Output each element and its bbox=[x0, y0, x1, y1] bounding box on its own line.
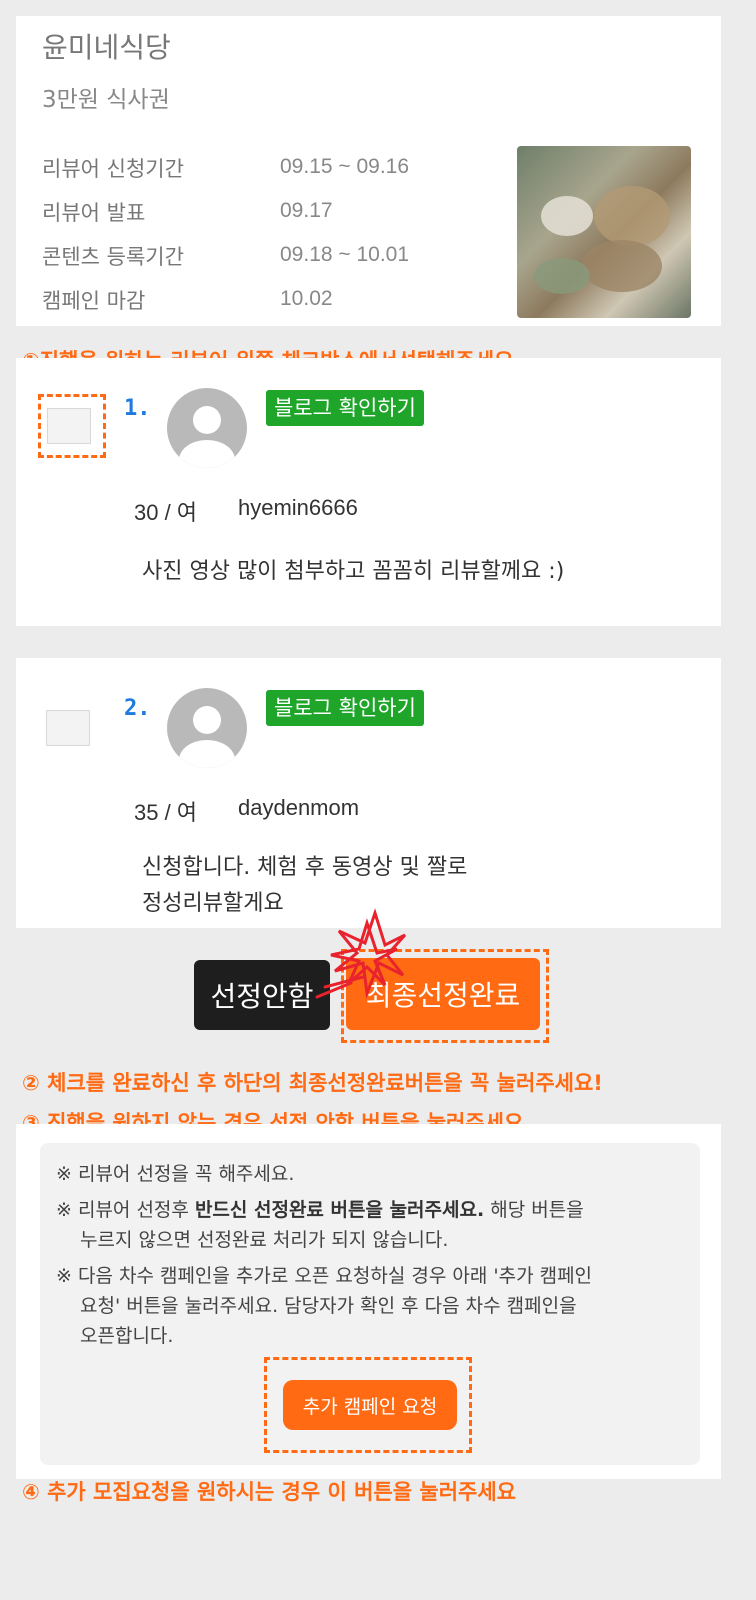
reviewer-rank: 1. bbox=[124, 396, 151, 421]
note-mark: ※ bbox=[56, 1199, 72, 1221]
schedule-value: 09.15 ~ 09.16 bbox=[280, 155, 410, 178]
user-id: hyemin6666 bbox=[238, 495, 358, 520]
extra-campaign-request-button[interactable]: 추가 캠페인 요청 bbox=[283, 1380, 457, 1430]
scribble-mark bbox=[315, 908, 407, 999]
note-text: 해당 버튼을 bbox=[484, 1199, 584, 1221]
user-id: daydenmom bbox=[238, 795, 360, 820]
avatar bbox=[167, 388, 247, 468]
age-gender: 30 / 여 bbox=[134, 500, 198, 525]
schedule-value: 09.18 ~ 10.01 bbox=[280, 243, 410, 266]
notice-line: 요청' 버튼을 눌러주세요. 담당자가 확인 후 다음 차수 캠페인을 bbox=[80, 1295, 577, 1317]
campaign-info-card: 윤미네식당 3만원 식사권 리뷰어 신청기간 09.15 ~ 09.16 리뷰어… bbox=[16, 16, 721, 326]
review-comment: 사진 영상 많이 첨부하고 꼼꼼히 리뷰할께요 :) bbox=[142, 559, 565, 584]
schedule-label: 콘텐츠 등록기간 bbox=[42, 245, 184, 269]
blog-check-button[interactable]: 블로그 확인하기 bbox=[266, 390, 424, 426]
note-mark: ※ bbox=[56, 1265, 72, 1287]
reviewer-card: 2. 블로그 확인하기 35 / 여 daydenmom 신청합니다. 체험 후… bbox=[16, 658, 721, 928]
schedule-label: 리뷰어 신청기간 bbox=[42, 157, 184, 181]
age-gender: 35 / 여 bbox=[134, 800, 198, 825]
food-photo bbox=[517, 146, 691, 318]
shop-name: 윤미네식당 bbox=[42, 31, 171, 64]
note-emphasis: 반드신 선정완료 버튼을 눌러주세요. bbox=[194, 1199, 485, 1221]
annotation-step2: ② 체크를 완료하신 후 하단의 최종선정완료버튼을 꼭 눌러주세요! bbox=[22, 1071, 603, 1095]
notice-line: ※ 다음 차수 캠페인을 추가로 오픈 요청하실 경우 아래 '추가 캠페인 bbox=[56, 1261, 592, 1291]
note-text: 다음 차수 캠페인을 추가로 오픈 요청하실 경우 아래 '추가 캠페인 bbox=[77, 1265, 593, 1287]
reviewer-rank: 2. bbox=[124, 696, 151, 721]
notice-line: ※ 리뷰어 선정을 꼭 해주세요. bbox=[56, 1159, 294, 1189]
schedule-value: 09.17 bbox=[280, 199, 333, 222]
annotation-step4: ④ 추가 모집요청을 원하시는 경우 이 버튼을 눌러주세요 bbox=[22, 1480, 516, 1504]
notice-line: 오픈합니다. bbox=[80, 1325, 174, 1347]
note-text: 리뷰어 선정후 bbox=[77, 1199, 195, 1221]
reviewer-checkbox[interactable] bbox=[46, 710, 90, 746]
blog-check-button[interactable]: 블로그 확인하기 bbox=[266, 690, 424, 726]
reviewer-card: 1. 블로그 확인하기 30 / 여 hyemin6666 사진 영상 많이 첨… bbox=[16, 358, 721, 626]
voucher-title: 3만원 식사권 bbox=[42, 87, 170, 113]
review-comment: 신청합니다. 체험 후 동영상 및 짤로 bbox=[142, 855, 468, 880]
note-text: 리뷰어 선정을 꼭 해주세요. bbox=[77, 1163, 295, 1185]
note-mark: ※ bbox=[56, 1163, 72, 1185]
schedule-value: 10.02 bbox=[280, 287, 333, 310]
schedule-label: 리뷰어 발표 bbox=[42, 201, 146, 225]
reviewer-checkbox[interactable] bbox=[47, 408, 91, 444]
notice-line: 누르지 않으면 선정완료 처리가 되지 않습니다. bbox=[80, 1229, 449, 1251]
avatar bbox=[167, 688, 247, 768]
notice-line: ※ 리뷰어 선정후 반드신 선정완료 버튼을 눌러주세요. 해당 버튼을 bbox=[56, 1195, 584, 1225]
review-comment: 정성리뷰할게요 bbox=[142, 891, 284, 916]
schedule-label: 캠페인 마감 bbox=[42, 289, 146, 313]
